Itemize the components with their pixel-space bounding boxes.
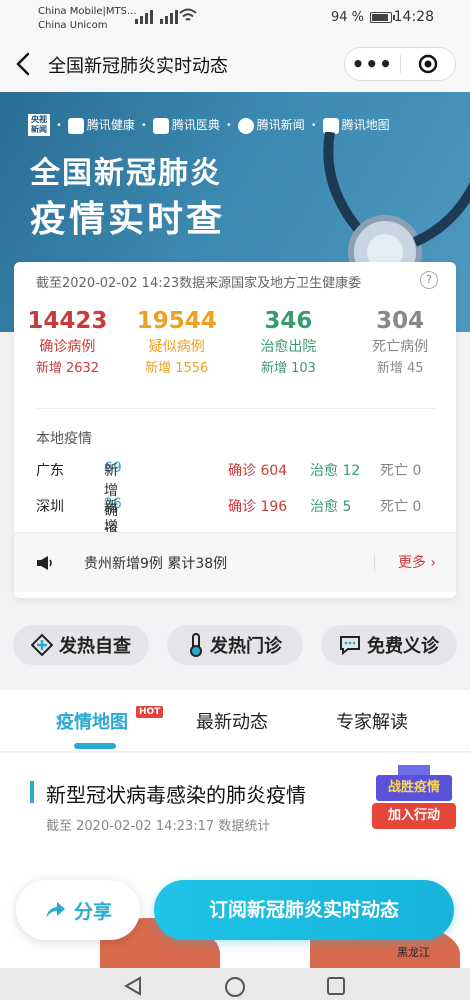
local-row-shenzhen[interactable]: 深圳 新增确诊 26 确诊 196 治愈 5 死亡 0 xyxy=(36,496,436,575)
share-button[interactable]: 分享 xyxy=(16,880,140,940)
plus-circle-icon xyxy=(31,634,53,656)
home-circle-icon[interactable] xyxy=(224,976,246,998)
banner-title-line2: 疫情实时查 xyxy=(30,199,226,240)
stat-delta: 新增 1556 xyxy=(145,361,209,376)
stat-dead: 304 死亡病例 新增 45 xyxy=(344,306,456,380)
share-label: 分享 xyxy=(73,900,112,923)
pill-label: 免费义诊 xyxy=(367,636,439,657)
more-link[interactable]: 更多 › xyxy=(398,552,436,572)
local-dead: 死亡 0 xyxy=(380,463,422,479)
status-bar: China Mobile|MTS... China Unicom 94 % 14… xyxy=(0,0,470,36)
ticker-text: 贵州新增9例 累计38例 xyxy=(84,556,228,572)
section-title: 新型冠状病毒感染的肺炎疫情 xyxy=(46,783,306,807)
thermometer-icon xyxy=(190,633,202,657)
signal-icon-2 xyxy=(160,10,178,24)
system-nav-bar xyxy=(0,968,470,1000)
active-tab-indicator xyxy=(74,743,116,749)
local-dead: 死亡 0 xyxy=(380,499,422,515)
stat-value: 304 xyxy=(376,308,425,334)
partner-tencent-yidian: 腾讯医典 xyxy=(152,116,220,134)
tab-latest-news[interactable]: 最新动态 xyxy=(196,708,268,734)
stat-value: 19544 xyxy=(136,308,217,334)
ticker-divider xyxy=(374,555,375,571)
carrier-info: China Mobile|MTS... China Unicom xyxy=(38,5,137,33)
clock: 14:28 xyxy=(393,9,434,25)
fever-selfcheck-button[interactable]: 发热自查 xyxy=(13,625,149,665)
share-arrow-icon xyxy=(45,902,65,918)
wifi-icon xyxy=(179,8,197,21)
promo-bottom-label: 加入行动 xyxy=(372,803,456,829)
stats-card: 截至2020-02-02 14:23数据来源国家及地方卫生健康委 ? 14423… xyxy=(14,262,456,598)
megaphone-icon xyxy=(37,556,52,570)
local-cured: 治愈 12 xyxy=(310,463,361,479)
section-accent-bar xyxy=(30,781,34,803)
carrier-1: China Mobile|MTS... xyxy=(38,6,137,17)
hot-badge: HOT xyxy=(136,706,164,718)
back-triangle-icon[interactable] xyxy=(122,976,144,996)
free-consult-button[interactable]: 免费义诊 xyxy=(321,625,457,665)
local-section-title: 本地疫情 xyxy=(36,431,92,447)
card-divider xyxy=(34,408,436,409)
nav-bar: 全国新冠肺炎实时动态 ••• xyxy=(0,36,470,92)
fever-clinic-button[interactable]: 发热门诊 xyxy=(167,625,303,665)
local-city: 深圳 xyxy=(36,499,64,515)
local-confirmed: 确诊 196 xyxy=(228,499,288,515)
miniapp-capsule: ••• xyxy=(344,47,456,81)
subscribe-button[interactable]: 订阅新冠肺炎实时动态 xyxy=(154,880,454,940)
stats-row: 14423 确诊病例 新增 2632 19544 疑似病例 新增 1556 34… xyxy=(14,306,456,380)
local-cured: 治愈 5 xyxy=(310,499,352,515)
map-region-label: 黑龙江 xyxy=(397,946,430,959)
promo-top-label: 战胜疫情 xyxy=(376,775,452,801)
recents-square-icon[interactable] xyxy=(326,976,346,996)
news-ticker[interactable]: 贵州新增9例 累计38例 更多 › xyxy=(14,532,456,592)
chat-icon xyxy=(340,636,360,655)
banner-title-line1: 全国新冠肺炎 xyxy=(30,156,222,191)
pill-label: 发热门诊 xyxy=(210,636,282,657)
local-confirmed: 确诊 604 xyxy=(228,463,288,479)
more-dots-icon[interactable]: ••• xyxy=(345,47,400,81)
tab-epidemic-map[interactable]: 疫情地图 xyxy=(56,708,128,734)
stat-value: 346 xyxy=(264,308,313,334)
battery-icon xyxy=(370,12,395,23)
data-source-note: 截至2020-02-02 14:23数据来源国家及地方卫生健康委 xyxy=(36,276,362,291)
stat-delta: 新增 103 xyxy=(260,361,316,376)
back-icon[interactable] xyxy=(10,50,38,78)
pill-label: 发热自查 xyxy=(59,636,131,657)
stat-label: 疑似病例 xyxy=(148,339,205,355)
join-action-banner[interactable]: 战胜疫情 加入行动 xyxy=(372,765,456,831)
battery-percent: 94 % xyxy=(330,10,364,25)
page-title: 全国新冠肺炎实时动态 xyxy=(48,56,228,77)
stat-confirmed: 14423 确诊病例 新增 2632 xyxy=(14,306,121,380)
stat-value: 14423 xyxy=(27,308,108,334)
content-tabs: 疫情地图 HOT 最新动态 专家解读 xyxy=(0,690,470,752)
stat-cured: 346 治愈出院 新增 103 xyxy=(233,306,345,380)
tab-expert-analysis[interactable]: 专家解读 xyxy=(336,708,408,734)
local-new: 新增确诊 26 xyxy=(104,496,122,575)
signal-icon xyxy=(135,10,153,24)
stat-suspected: 19544 疑似病例 新增 1556 xyxy=(121,306,233,380)
stat-delta: 新增 45 xyxy=(376,361,424,376)
stat-label: 确诊病例 xyxy=(39,339,96,355)
chevron-right-icon: › xyxy=(430,555,436,571)
local-row-guangdong[interactable]: 广东 新增确诊 69 确诊 604 治愈 12 死亡 0 xyxy=(36,460,436,539)
close-target-button[interactable] xyxy=(401,54,456,74)
carrier-2: China Unicom xyxy=(38,20,108,31)
stat-label: 死亡病例 xyxy=(372,339,429,355)
partner-tencent-health: 腾讯健康 xyxy=(67,116,135,134)
help-icon[interactable]: ? xyxy=(420,271,438,289)
stat-delta: 新增 2632 xyxy=(35,361,100,376)
local-city: 广东 xyxy=(36,463,64,479)
stat-label: 治愈出院 xyxy=(260,339,317,355)
cctv-news-logo: 央视新闻 xyxy=(28,114,50,136)
section-subtitle: 截至 2020-02-02 14:23:17 数据统计 xyxy=(46,819,271,834)
target-icon xyxy=(418,54,437,74)
local-new: 新增确诊 69 xyxy=(104,460,122,539)
